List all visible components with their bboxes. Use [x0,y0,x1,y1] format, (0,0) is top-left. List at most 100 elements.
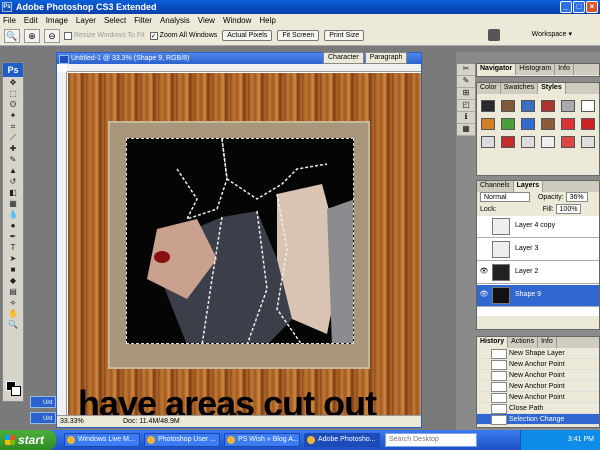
style-swatch[interactable] [581,136,595,148]
slice-tool-icon[interactable]: ⟋ [3,132,23,143]
3d-tool-icon[interactable]: ◆ [3,275,23,286]
clone-dock-icon[interactable]: ⊞ [457,88,475,100]
eraser-tool-icon[interactable]: ◧ [3,187,23,198]
style-swatch[interactable] [501,136,515,148]
taskbar-button-adobe-photoshop[interactable]: Adobe Photosho... [304,433,380,447]
eyedropper-icon[interactable]: ⟡ [3,297,23,308]
close-button[interactable]: × [586,1,598,13]
taskbar-button-ps-wish[interactable]: PS Wish » Blog A... [224,433,300,447]
style-swatch[interactable] [521,100,535,112]
history-item[interactable]: New Anchor Point [477,370,599,381]
tab-layers[interactable]: Layers [513,181,544,192]
tab-color[interactable]: Color [477,83,501,94]
history-brush-icon[interactable]: ↺ [3,176,23,187]
layer-row-shape-9[interactable]: 👁 Shape 9 [477,285,599,307]
menu-filter[interactable]: Filter [134,16,152,25]
menu-select[interactable]: Select [104,16,126,25]
type-tool-icon[interactable]: T [3,242,23,253]
eye-icon[interactable]: 👁 [479,290,489,300]
style-swatch[interactable] [581,118,595,130]
zoom-all-windows-checkbox[interactable]: ✓ Zoom All Windows [149,31,217,40]
menu-file[interactable]: File [3,16,16,25]
notes-tool-icon[interactable]: ▤ [3,286,23,297]
zoom-in-icon[interactable]: ⊕ [24,28,40,43]
clone-stamp-icon[interactable]: ▲ [3,165,23,176]
history-item[interactable]: Close Path [477,403,599,414]
fit-screen-button[interactable]: Fit Screen [277,30,320,41]
tools-dock-icon[interactable]: ✂ [457,64,475,76]
tab-history[interactable]: History [477,337,509,348]
layercomps-dock-icon[interactable]: ◰ [457,100,475,112]
path-select-icon[interactable]: ➤ [3,253,23,264]
gradient-tool-icon[interactable]: ▦ [3,198,23,209]
style-swatch[interactable] [561,118,575,130]
style-swatch[interactable] [541,136,555,148]
style-swatch[interactable] [481,100,495,112]
background-color[interactable] [11,386,21,396]
tab-histogram[interactable]: Histogram [516,64,556,75]
layer-row-layer-2[interactable]: 👁 Layer 2 [477,262,599,284]
resize-windows-checkbox[interactable]: Resize Windows To Fit [64,31,145,40]
move-tool-icon[interactable]: ✥ [3,77,23,88]
menu-image[interactable]: Image [46,16,68,25]
history-item[interactable]: New Shape Layer [477,348,599,359]
style-swatch[interactable] [501,100,515,112]
minimize-button[interactable]: _ [560,1,572,13]
lasso-tool-icon[interactable]: ʘ [3,99,23,110]
layer-row-layer-3[interactable]: Layer 3 [477,239,599,261]
bridge-icon[interactable] [488,29,500,41]
tab-actions[interactable]: Actions [508,337,539,348]
style-swatch[interactable] [541,118,555,130]
style-swatch[interactable] [501,118,515,130]
tab-swatches[interactable]: Swatches [501,83,539,94]
opacity-input[interactable]: 36% [565,192,588,202]
healing-brush-icon[interactable]: ✚ [3,143,23,154]
tab-channels[interactable]: Channels [477,181,514,192]
style-swatch[interactable] [541,100,555,112]
swatches-dock-icon[interactable]: ▦ [457,124,475,136]
style-swatch[interactable] [561,100,575,112]
canvas[interactable]: have areas cut out [68,73,421,416]
doc-size[interactable]: Doc: 11.4M/48.9M [123,416,180,427]
taskbar-button-photoshop-user[interactable]: Photoshop User ... [144,433,220,447]
history-item-selected[interactable]: Selection Change [477,414,599,425]
zoom-level[interactable]: 33.33% [60,416,84,427]
minimized-doc-2[interactable]: Unt [30,412,56,424]
blend-mode-select[interactable]: Normal [480,192,530,202]
print-size-button[interactable]: Print Size [324,30,365,41]
menu-edit[interactable]: Edit [24,16,38,25]
marquee-tool-icon[interactable]: ⬚ [3,88,23,99]
actual-pixels-button[interactable]: Actual Pixels [222,30,273,41]
tab-info[interactable]: Info [555,64,574,75]
tab-styles[interactable]: Styles [538,83,566,94]
magic-wand-icon[interactable]: ✦ [3,110,23,121]
visibility-toggle[interactable] [479,221,489,231]
style-swatch[interactable] [561,136,575,148]
tab-paragraph[interactable]: Paragraph [364,52,408,64]
eye-icon[interactable]: 👁 [479,267,489,277]
style-swatch[interactable] [581,100,595,112]
menu-layer[interactable]: Layer [76,16,96,25]
menu-window[interactable]: Window [223,16,251,25]
start-button[interactable]: start [0,430,56,450]
history-item[interactable]: New Anchor Point [477,381,599,392]
taskbar-button-windows-live[interactable]: Windows Live M... [64,433,140,447]
blur-tool-icon[interactable]: 💧 [3,209,23,220]
workspace-menu[interactable]: Workspace ▾ [532,30,572,38]
hand-tool-icon[interactable]: ✋ [3,308,23,319]
info-dock-icon[interactable]: ℹ [457,112,475,124]
menu-analysis[interactable]: Analysis [160,16,190,25]
style-swatch[interactable] [521,118,535,130]
layer-row-layer-4-copy[interactable]: Layer 4 copy [477,216,599,238]
horizontal-ruler[interactable] [67,64,421,72]
pen-tool-icon[interactable]: ✒ [3,231,23,242]
fill-input[interactable]: 100% [555,204,582,214]
style-swatch[interactable] [481,118,495,130]
visibility-toggle[interactable] [479,244,489,254]
vertical-ruler[interactable] [57,72,67,415]
history-item[interactable]: New Anchor Point [477,392,599,403]
menu-help[interactable]: Help [259,16,275,25]
brush-dock-icon[interactable]: ✎ [457,76,475,88]
menu-view[interactable]: View [198,16,215,25]
zoom-tool-icon[interactable]: 🔍 [4,28,20,43]
